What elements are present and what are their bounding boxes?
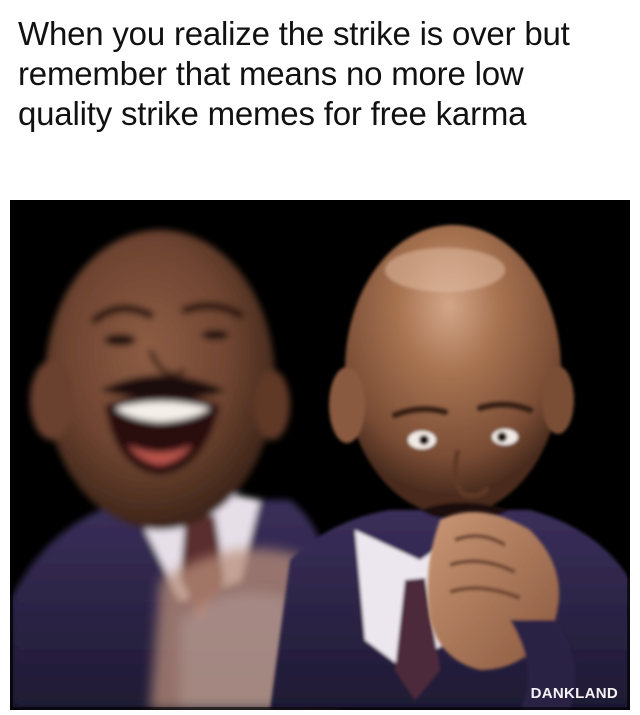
reaction-photo-illustration [10,200,630,710]
meme-caption: When you realize the strike is over but … [18,15,570,132]
watermark-text: DANKLAND [530,685,618,702]
meme-photo: DANKLAND [10,200,630,710]
